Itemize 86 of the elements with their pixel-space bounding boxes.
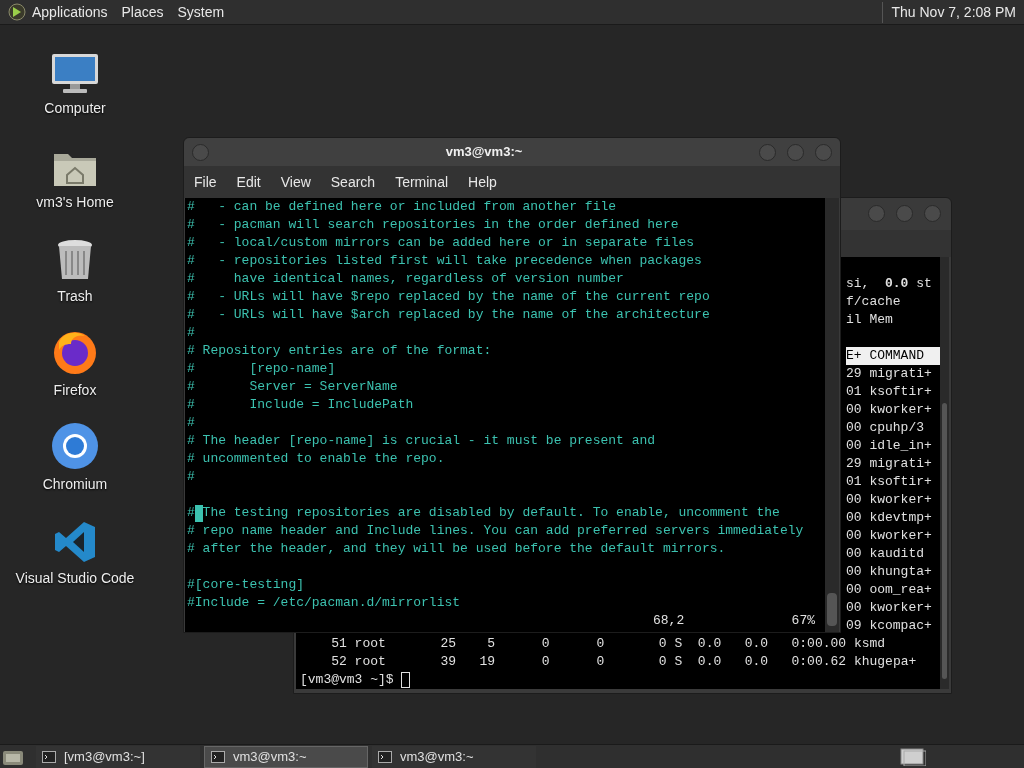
taskbar-button[interactable]: [vm3@vm3:~] <box>36 745 200 768</box>
menu-item[interactable]: Search <box>330 171 376 193</box>
desktop-icon-label[interactable]: Visual Studio Code <box>15 568 135 589</box>
process-row: 00 kdevtmp+ <box>846 510 932 525</box>
code-line: # - pacman will search repositories in the order defined here <box>187 217 679 232</box>
code-line: # <box>187 325 195 340</box>
code-line: The testing repositories are disabled by default. To enable, uncomment the <box>202 504 780 522</box>
terminal-icon <box>211 750 225 763</box>
panel-menu[interactable]: Applications <box>32 1 108 23</box>
menu-item[interactable]: File <box>194 171 217 193</box>
code-line: # repo name header and Include lines. You can add preferred servers immediately <box>187 523 804 538</box>
code-line: # Repository entries are of the format: <box>187 343 492 358</box>
desktop-icon-label[interactable]: vm3's Home <box>36 192 114 213</box>
cursor <box>400 672 410 688</box>
terminal-icon <box>42 750 56 763</box>
process-row: 00 khungta+ <box>846 564 932 579</box>
code-line: # <box>187 415 195 430</box>
process-row: 00 kauditd <box>846 546 924 561</box>
process-row: 00 cpuhp/3 <box>846 420 924 435</box>
shell-prompt: [vm3@vm3 ~]$ <box>300 671 394 689</box>
code-line: # Server = ServerName <box>187 379 398 394</box>
menu-item[interactable]: Edit <box>236 171 261 193</box>
code-line: # have identical names, regardless of version number <box>187 271 624 286</box>
process-row: 09 kcompac+ <box>846 618 932 633</box>
process-row: 01 ksoftir+ <box>846 474 932 489</box>
menu-item[interactable]: Terminal <box>395 171 449 193</box>
code-editor-icon <box>53 520 97 564</box>
code-line: #[core-testing] <box>187 577 305 592</box>
taskbar-button[interactable]: vm3@vm3:~ <box>372 745 536 768</box>
column-header: E+ COMMAND <box>846 347 940 365</box>
clock[interactable]: Thu Nov 7, 2:08 PM <box>882 1 1016 23</box>
process-row: 00 kworker+ <box>846 528 932 543</box>
code-line: # - local/custom mirrors can be added here or in separate files <box>187 235 695 250</box>
minimize-button[interactable] <box>759 143 776 161</box>
panel-menu[interactable]: Places <box>121 1 164 23</box>
scroll-percent: 67% <box>791 612 816 630</box>
process-row: 00 kworker+ <box>846 492 932 507</box>
code-line: # - URLs will have $repo replaced by the name of the current repo <box>187 289 710 304</box>
desktop-icon-label[interactable]: Firefox <box>53 380 97 401</box>
cursor <box>194 504 203 522</box>
maximize-button[interactable] <box>896 205 913 223</box>
close-button[interactable] <box>815 143 832 161</box>
window-title: vm3@vm3:~ <box>445 143 523 162</box>
trash-icon <box>56 238 94 282</box>
terminal-icon <box>378 750 392 763</box>
cursor-position: 68,2 <box>653 612 685 630</box>
process-row: 00 oom_rea+ <box>846 582 932 597</box>
process-row: si, 0.0 st <box>846 276 932 291</box>
process-row: 00 idle_in+ <box>846 438 932 453</box>
process-row: 29 migrati+ <box>846 456 932 471</box>
maximize-button[interactable] <box>787 143 804 161</box>
desktop-icon-label[interactable]: Chromium <box>42 474 108 495</box>
code-line: #Include = /etc/pacman.d/mirrorlist <box>187 595 461 610</box>
taskbar-button[interactable]: vm3@vm3:~ <box>204 745 368 768</box>
monitor-icon <box>50 52 100 94</box>
code-line: # Include = IncludePath <box>187 397 414 412</box>
close-button[interactable] <box>924 205 941 223</box>
menu-item[interactable]: Help <box>468 171 497 193</box>
code-line: # - repositories listed first will take precedence when packages <box>187 253 702 268</box>
process-row: 01 ksoftir+ <box>846 384 932 399</box>
code-line: # uncommented to enable the repo. <box>187 451 445 466</box>
chromium-icon <box>51 422 99 470</box>
code-line: # [repo-name] <box>187 361 336 376</box>
workspace-switcher-icon[interactable] <box>900 747 926 766</box>
process-row: 00 kworker+ <box>846 600 932 615</box>
desktop-icon-label[interactable]: Trash <box>57 286 93 307</box>
code-line: # <box>187 504 195 522</box>
window-menu-button[interactable] <box>192 143 209 161</box>
minimize-button[interactable] <box>868 205 885 223</box>
menu-item[interactable]: View <box>280 171 311 193</box>
scrollbar[interactable] <box>825 198 839 632</box>
process-row: f/cache <box>846 294 901 309</box>
code-line: # - can be defined here or included from another file <box>187 199 617 214</box>
scrollbar[interactable] <box>940 257 949 689</box>
process-row-text: 52 root 39 19 0 0 0 S 0.0 0.0 0:00.62 khugepa+ <box>330 654 917 669</box>
process-row: 29 migrati+ <box>846 366 932 381</box>
process-row: 00 kworker+ <box>846 402 932 417</box>
code-line: # after the header, and they will be used before the default mirrors. <box>187 541 726 556</box>
logo-icon[interactable] <box>8 3 26 21</box>
panel-menu[interactable]: System <box>177 1 225 23</box>
code-line: # The header [repo-name] is crucial - it must be present and <box>187 433 656 448</box>
code-line: # - URLs will have $arch replaced by the name of the architecture <box>187 307 710 322</box>
code-line: # <box>187 469 195 484</box>
process-row-text: 51 root 25 5 0 0 0 S 0.0 0.0 0:00.00 ksmd <box>330 636 886 651</box>
desktop-icon-label[interactable]: Computer <box>44 98 106 119</box>
process-row: il Mem <box>846 312 893 327</box>
